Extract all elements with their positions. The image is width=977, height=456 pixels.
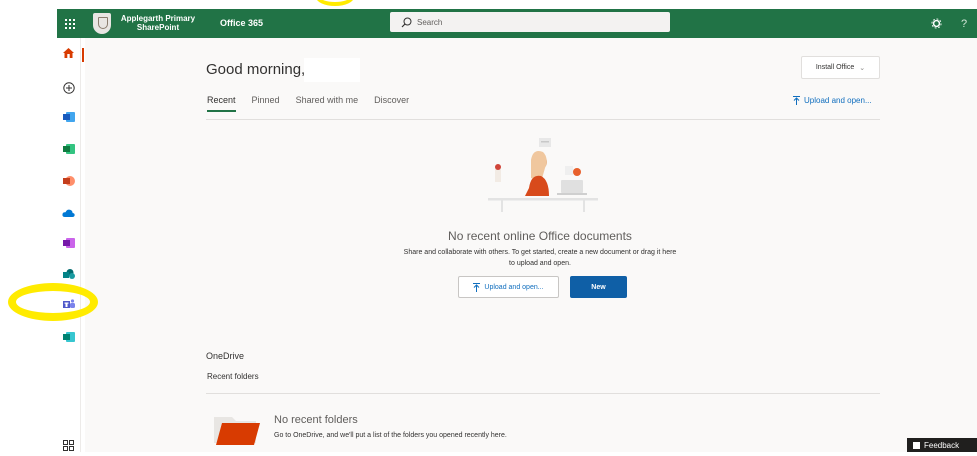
new-document-button[interactable]: New xyxy=(570,276,627,298)
empty-folder-illustration xyxy=(214,417,260,445)
selected-indicator xyxy=(82,48,84,62)
tab-pinned[interactable]: Pinned xyxy=(252,95,280,112)
main-content: Good morning, Install Office ⌄ Recent Pi… xyxy=(85,38,977,452)
highlight-ellipse-annotation xyxy=(8,283,98,321)
home-icon[interactable] xyxy=(57,42,80,64)
install-office-label: Install Office xyxy=(815,64,855,71)
help-button[interactable]: ? xyxy=(955,9,973,38)
powerpoint-icon[interactable] xyxy=(57,170,80,192)
no-recent-folders-description: Go to OneDrive, and we'll put a list of … xyxy=(274,432,507,439)
onenote-icon[interactable] xyxy=(57,232,80,254)
search-placeholder: Search xyxy=(417,17,443,27)
search-box[interactable]: Search xyxy=(390,12,670,32)
all-apps-icon[interactable] xyxy=(57,434,80,456)
school-crest-logo[interactable] xyxy=(93,13,111,34)
tab-recent[interactable]: Recent xyxy=(207,95,236,112)
user-name-redacted xyxy=(304,58,360,82)
empty-state-description-line: Share and collaborate with others. To ge… xyxy=(403,249,677,256)
app-rail xyxy=(57,38,81,452)
recent-folders-label: Recent folders xyxy=(207,372,259,381)
onedrive-heading: OneDrive xyxy=(206,351,245,361)
upload-icon xyxy=(473,282,481,292)
settings-gear-icon[interactable] xyxy=(927,9,945,38)
chevron-down-icon: ⌄ xyxy=(859,64,866,72)
upload-and-open-label: Upload and open... xyxy=(804,96,872,105)
highlight-ellipse-annotation xyxy=(316,0,354,6)
upload-icon xyxy=(793,96,800,105)
onedrive-icon[interactable] xyxy=(57,202,80,224)
sharepoint-icon[interactable] xyxy=(57,263,80,285)
feedback-icon xyxy=(913,441,920,449)
search-icon xyxy=(401,16,413,28)
app-launcher-icon[interactable] xyxy=(59,9,81,38)
create-add-icon[interactable] xyxy=(57,77,80,99)
site-name[interactable]: Applegarth Primary SharePoint xyxy=(117,14,199,32)
divider xyxy=(206,119,880,120)
tab-shared-with-me[interactable]: Shared with me xyxy=(296,95,359,112)
word-icon[interactable] xyxy=(57,106,80,128)
empty-state-description: Share and collaborate with others. To ge… xyxy=(365,247,715,269)
excel-icon[interactable] xyxy=(57,138,80,160)
sway-icon[interactable] xyxy=(57,326,80,348)
upload-button-label: Upload and open... xyxy=(484,283,544,291)
document-tabs: Recent Pinned Shared with me Discover xyxy=(207,95,409,112)
empty-state-description-line: to upload and open. xyxy=(509,260,571,267)
tab-discover[interactable]: Discover xyxy=(374,95,409,112)
feedback-button[interactable]: Feedback xyxy=(907,438,977,452)
app-name[interactable]: Office 365 xyxy=(220,9,263,38)
no-recent-folders-title: No recent folders xyxy=(274,414,358,426)
divider xyxy=(206,393,880,394)
greeting: Good morning, xyxy=(206,61,306,78)
upload-and-open-button[interactable]: Upload and open... xyxy=(458,276,559,298)
empty-state-title: No recent online Office documents xyxy=(448,229,632,243)
install-office-button[interactable]: Install Office ⌄ xyxy=(801,56,880,79)
empty-documents-illustration xyxy=(488,138,598,212)
feedback-label: Feedback xyxy=(924,440,960,450)
upload-and-open-link[interactable]: Upload and open... xyxy=(793,96,872,105)
suite-header: Applegarth Primary SharePoint Office 365… xyxy=(57,9,977,38)
